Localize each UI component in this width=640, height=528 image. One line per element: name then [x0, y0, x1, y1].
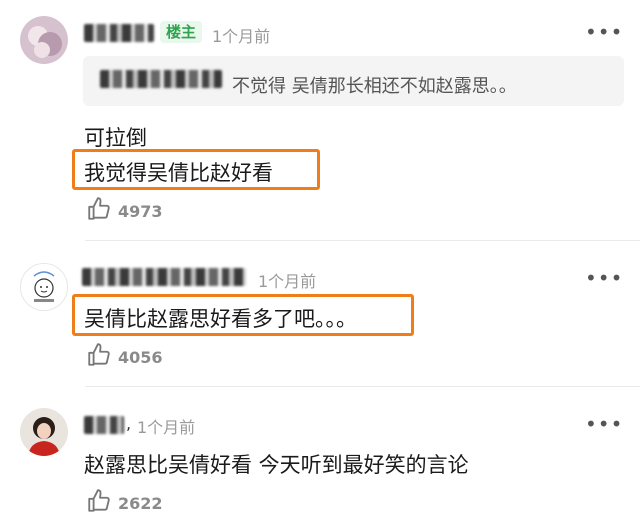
username-blurred[interactable]: [84, 24, 154, 42]
comment-time: 1个月前: [212, 27, 271, 46]
author-badge: 楼主: [160, 21, 203, 43]
avatar[interactable]: [20, 16, 68, 64]
comment-time: 1个月前: [137, 418, 196, 437]
more-options-icon[interactable]: •••: [585, 414, 623, 434]
divider: [85, 386, 640, 387]
avatar[interactable]: [20, 408, 68, 456]
thumbs-up-icon[interactable]: [86, 488, 112, 518]
like-count: 2622: [118, 494, 163, 513]
comment-text-highlighted: 吴倩比赵露思好看多了吧。。。: [84, 307, 357, 331]
username-blurred[interactable]: [84, 416, 124, 434]
quoted-username-blurred: [100, 70, 222, 88]
divider: [85, 240, 640, 241]
comment-text-highlighted: 我觉得吴倩比赵好看: [84, 161, 273, 185]
thumbs-up-icon[interactable]: [86, 342, 112, 372]
quoted-reply-text: 不觉得 吴倩那长相还不如赵露思。。: [232, 76, 517, 97]
like-count: 4056: [118, 348, 163, 367]
comment-text: 赵露思比吴倩好看 今天听到最好笑的言论: [84, 453, 469, 477]
more-options-icon[interactable]: •••: [585, 22, 623, 42]
more-options-icon[interactable]: •••: [585, 268, 623, 288]
avatar[interactable]: [20, 263, 68, 311]
comment-time: 1个月前: [258, 272, 317, 291]
username-suffix: ,: [126, 414, 132, 433]
like-count: 4973: [118, 202, 163, 221]
thumbs-up-icon[interactable]: [86, 196, 112, 226]
username-blurred[interactable]: [82, 268, 246, 286]
comment-text: 可拉倒: [84, 126, 147, 150]
